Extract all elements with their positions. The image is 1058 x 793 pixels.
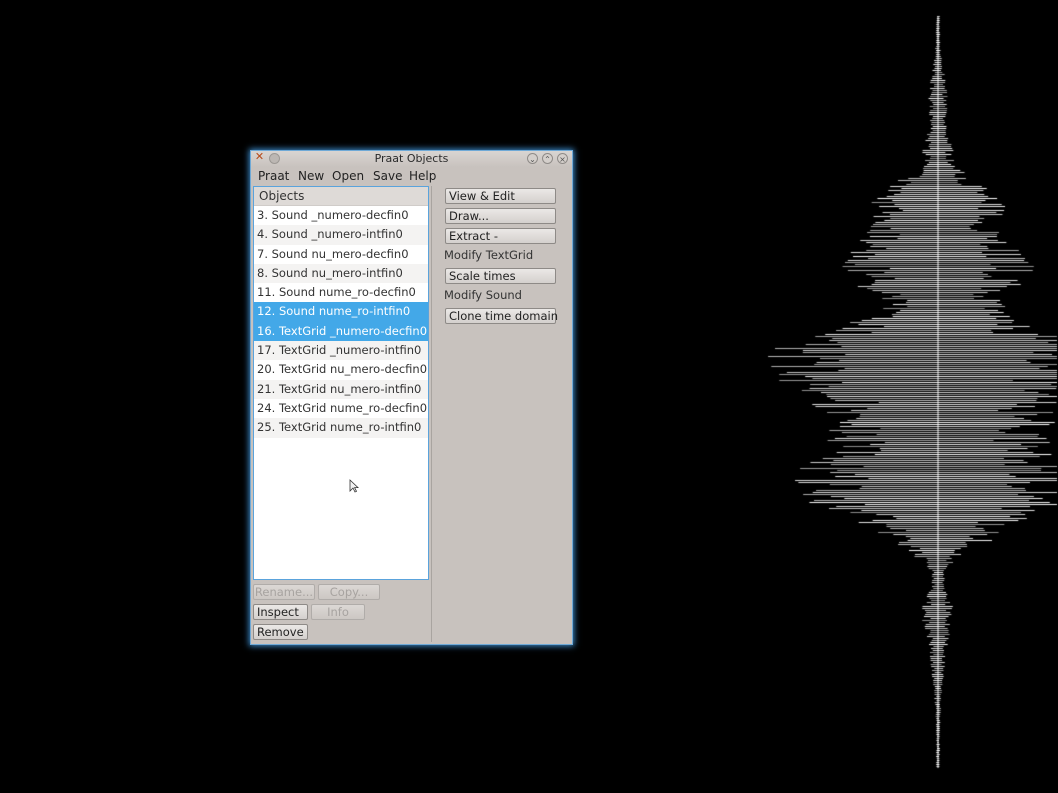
list-item[interactable]: 8. Sound nu_mero-intfin0 bbox=[254, 263, 428, 284]
menu-new[interactable]: New bbox=[298, 169, 324, 183]
list-item[interactable]: 4. Sound _numero-intfin0 bbox=[254, 225, 428, 245]
maximize-icon[interactable]: ⌃ bbox=[542, 153, 553, 164]
inspect-button[interactable]: Inspect bbox=[253, 604, 308, 620]
list-item[interactable]: 20. TextGrid nu_mero-decfin0 bbox=[254, 360, 428, 379]
rename-button[interactable]: Rename... bbox=[253, 584, 315, 600]
list-item[interactable]: 25. TextGrid nume_ro-intfin0 bbox=[254, 418, 428, 438]
title-bar[interactable]: ✕ Praat Objects ⌄ ⌃ × bbox=[251, 151, 572, 167]
list-item[interactable]: 12. Sound nume_ro-intfin0 bbox=[254, 302, 428, 322]
list-item[interactable]: 21. TextGrid nu_mero-intfin0 bbox=[254, 379, 428, 399]
menu-bar: Praat New Open Save Help bbox=[251, 168, 572, 185]
scale-times-button[interactable]: Scale times bbox=[445, 268, 556, 284]
remove-button[interactable]: Remove bbox=[253, 624, 308, 640]
pane-divider bbox=[431, 186, 432, 642]
list-item[interactable]: 17. TextGrid _numero-intfin0 bbox=[254, 341, 428, 361]
window-close-icon[interactable]: × bbox=[557, 153, 568, 164]
objects-list-header: Objects bbox=[254, 187, 428, 206]
list-item[interactable]: 24. TextGrid nume_ro-decfin0 bbox=[254, 399, 428, 418]
menu-save[interactable]: Save bbox=[373, 169, 402, 183]
objects-list[interactable]: Objects 3. Sound _numero-decfin0 4. Sound… bbox=[253, 186, 429, 580]
shade-icon[interactable]: ⌄ bbox=[527, 153, 538, 164]
praat-objects-window: ✕ Praat Objects ⌄ ⌃ × Praat New Open Sav… bbox=[251, 151, 572, 644]
view-edit-button[interactable]: View & Edit bbox=[445, 188, 556, 204]
menu-praat[interactable]: Praat bbox=[258, 169, 289, 183]
desktop: ✕ Praat Objects ⌄ ⌃ × Praat New Open Sav… bbox=[0, 0, 1058, 793]
list-item[interactable]: 7. Sound nu_mero-decfin0 bbox=[254, 245, 428, 264]
clone-time-domain-button[interactable]: Clone time domain bbox=[445, 308, 558, 324]
list-item[interactable]: 16. TextGrid _numero-decfin0 bbox=[254, 321, 428, 342]
menu-open[interactable]: Open bbox=[332, 169, 364, 183]
modify-sound-label: Modify Sound bbox=[444, 288, 522, 302]
objects-list-rows: 3. Sound _numero-decfin0 4. Sound _numero… bbox=[254, 206, 428, 438]
mouse-pointer-icon bbox=[349, 479, 359, 493]
draw-button[interactable]: Draw... bbox=[445, 208, 556, 224]
menu-help[interactable]: Help bbox=[409, 169, 436, 183]
copy-button[interactable]: Copy... bbox=[318, 584, 380, 600]
list-item[interactable]: 3. Sound _numero-decfin0 bbox=[254, 206, 428, 225]
list-item[interactable]: 11. Sound nume_ro-decfin0 bbox=[254, 283, 428, 302]
extract-button[interactable]: Extract - bbox=[445, 228, 556, 244]
window-title: Praat Objects bbox=[374, 152, 449, 165]
modify-textgrid-label: Modify TextGrid bbox=[444, 248, 534, 262]
info-button[interactable]: Info bbox=[311, 604, 365, 620]
